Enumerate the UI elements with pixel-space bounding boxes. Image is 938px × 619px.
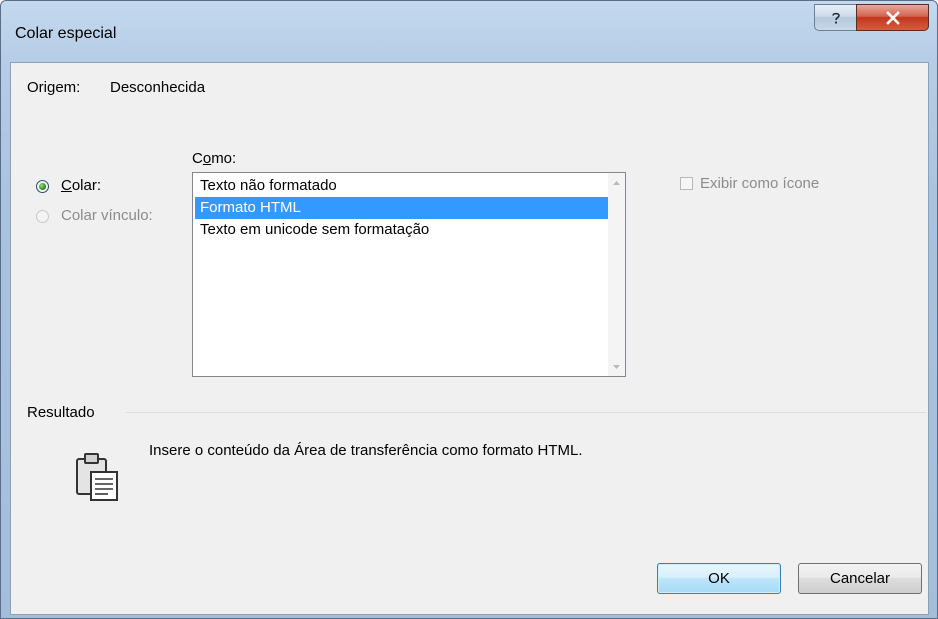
paste-link-radio-label[interactable]: Colar vínculo: [61,207,153,224]
paste-link-radio[interactable] [36,210,49,223]
result-heading: Resultado [27,404,95,421]
close-button[interactable] [856,4,929,31]
dialog-window: Colar especial Origem: Desconhecida Como… [0,0,938,619]
format-item-text-unformatted[interactable]: Texto não formatado [195,175,625,197]
ok-button[interactable]: OK [657,563,781,594]
paste-radio[interactable] [36,180,49,193]
result-separator [126,412,926,413]
display-as-icon-checkbox[interactable] [680,177,693,190]
result-description: Insere o conteúdo da Área de transferênc… [149,442,583,459]
cancel-button[interactable]: Cancelar [798,563,922,594]
scroll-down-arrow-icon[interactable] [608,358,625,375]
display-as-icon-label[interactable]: Exibir como ícone [700,175,819,192]
format-item-html[interactable]: Formato HTML [195,197,625,219]
source-value: Desconhecida [110,79,206,96]
close-icon [885,10,900,25]
format-list-scrollbar[interactable] [608,173,625,376]
como-label: Como: [192,150,237,167]
paste-radio-label[interactable]: Colar: [61,177,101,194]
source-label: Origem: [27,79,81,96]
format-listbox[interactable]: Texto não formatado Formato HTML Texto e… [192,172,626,377]
clipboard-icon [76,453,118,501]
scroll-up-arrow-icon[interactable] [608,174,625,191]
help-button[interactable] [814,4,857,31]
window-title: Colar especial [15,25,117,42]
format-item-unicode-text[interactable]: Texto em unicode sem formatação [195,219,625,241]
help-icon [831,12,840,23]
